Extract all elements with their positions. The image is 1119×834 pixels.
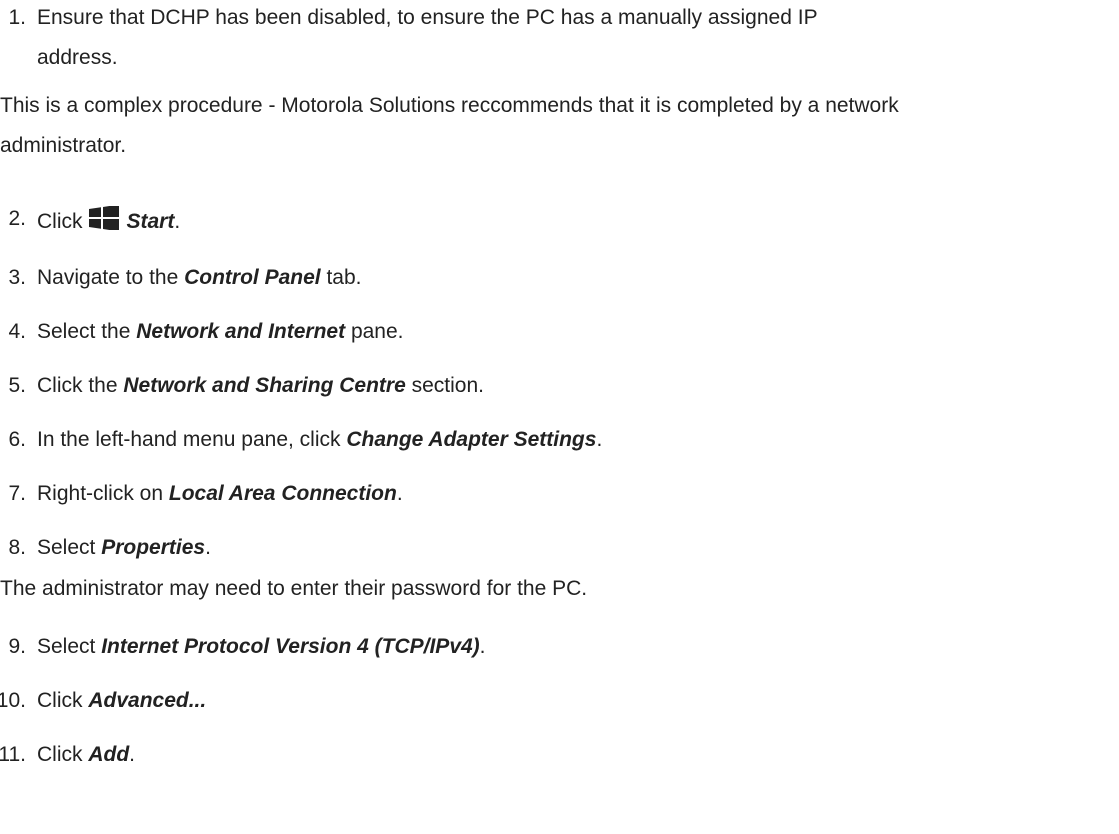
step-emphasis: Network and Internet [136, 320, 346, 343]
step-emphasis: Add [88, 743, 130, 766]
step-text: section. [405, 374, 484, 397]
step-emphasis: Start [126, 210, 175, 233]
step-text: In the left-hand menu pane, click [37, 428, 347, 451]
step-emphasis: Advanced... [88, 689, 207, 712]
step-text: Navigate to the [37, 266, 185, 289]
step-emphasis: Change Adapter Settings [346, 428, 597, 451]
note-complex-procedure-continuation: administrator. [0, 133, 126, 159]
step-text: tab. [320, 266, 362, 289]
step-emphasis: Local Area Connection [168, 482, 397, 505]
step-emphasis: Control Panel [184, 266, 321, 289]
step-text: Select [37, 635, 102, 658]
windows-start-icon [88, 204, 119, 237]
step-text: pane. [345, 320, 404, 343]
step-text: Click [37, 210, 83, 233]
step-text: . [205, 536, 211, 559]
step-number: 11. [0, 743, 26, 766]
step-number: 6. [8, 428, 26, 451]
step-emphasis: Internet Protocol Version 4 (TCP/IPv4) [101, 635, 480, 658]
note-text: administrator. [0, 134, 127, 157]
step-emphasis: Properties [101, 536, 206, 559]
note-text: This is a complex procedure - Motorola S… [0, 94, 899, 117]
step-text: Ensure that DCHP has been disabled, to e… [37, 6, 818, 29]
step-number: 3. [8, 266, 26, 289]
note-complex-procedure: This is a complex procedure - Motorola S… [0, 93, 899, 119]
step-number: 7. [8, 482, 26, 505]
step-number: 2. [8, 207, 26, 230]
step-text: Select the [37, 320, 137, 343]
note-password: The administrator may need to enter thei… [0, 576, 587, 602]
step-text: . [596, 428, 603, 451]
step-number: 8. [8, 536, 26, 559]
step-text: address. [37, 46, 118, 69]
step-number: 4. [8, 320, 26, 343]
step-number: 10. [0, 689, 26, 712]
step-text: . [396, 482, 403, 505]
step-text: . [174, 210, 181, 233]
step-number: 1. [8, 6, 26, 29]
step-text: Click [37, 689, 89, 712]
note-text: The administrator may need to enter thei… [0, 577, 588, 600]
step-number: 9. [8, 635, 26, 658]
step-text: Right-click on [37, 482, 169, 505]
step-text: . [479, 635, 486, 658]
step-text: Click the [37, 374, 124, 397]
step-number: 5. [8, 374, 26, 397]
step-text: Click [37, 743, 89, 766]
step-text: . [129, 743, 136, 766]
step-emphasis: Network and Sharing Centre [123, 374, 406, 397]
step-text: Select [37, 536, 102, 559]
